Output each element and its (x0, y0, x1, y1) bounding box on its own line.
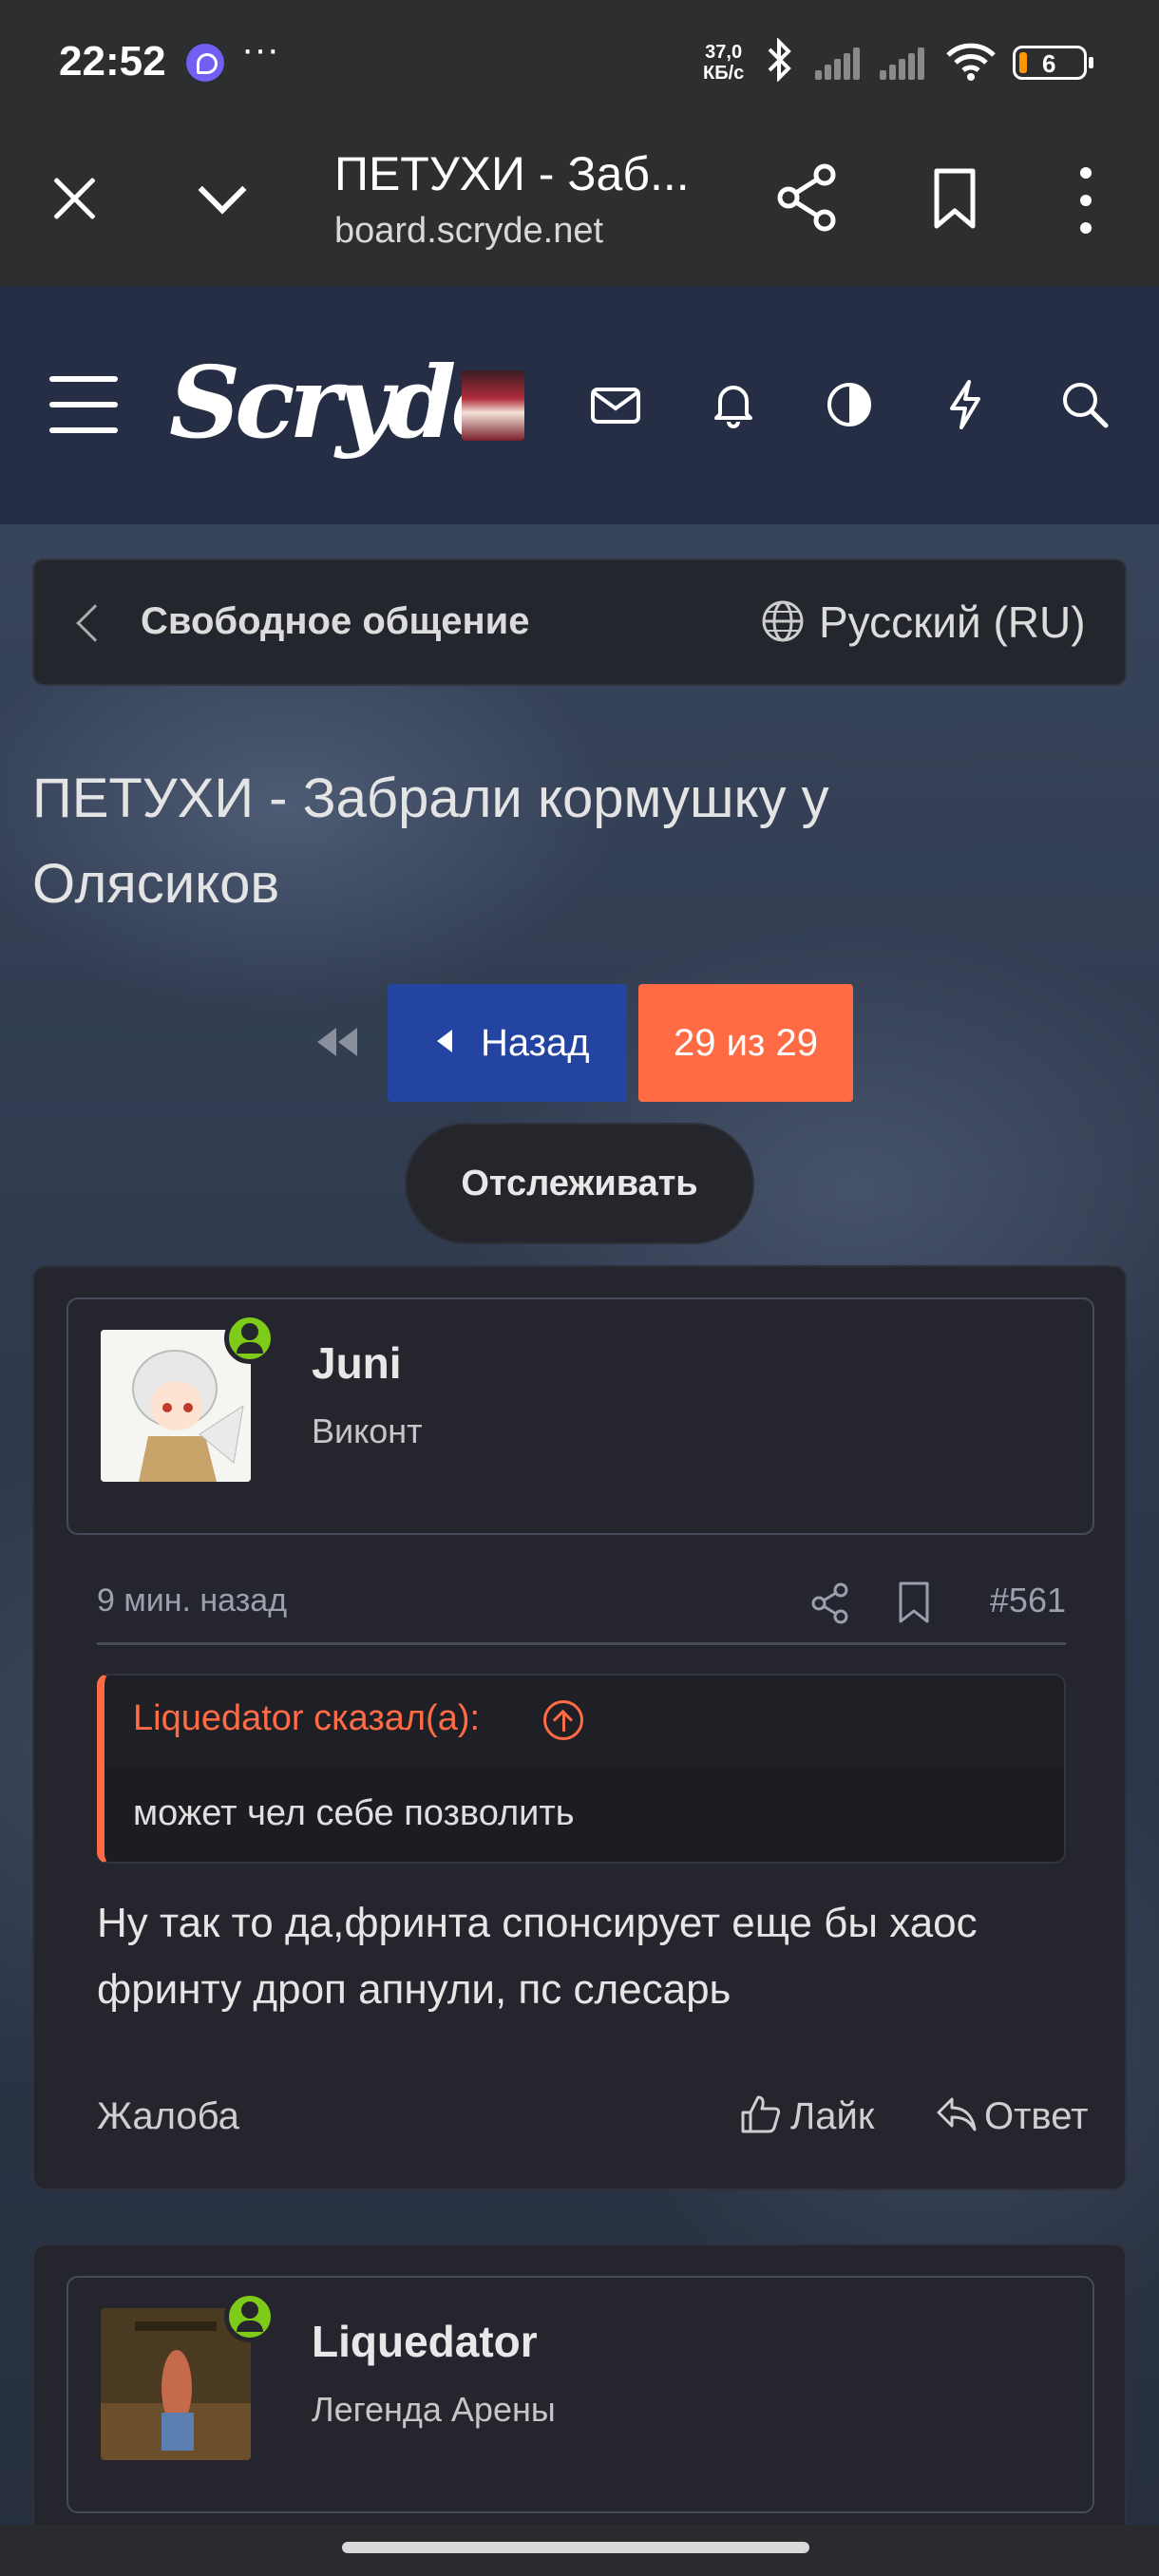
like-icon[interactable] (739, 2093, 781, 2135)
post-card: Liquedator Легенда Арены (32, 2244, 1127, 2557)
username[interactable]: Juni (312, 1337, 402, 1389)
bookmark-icon[interactable] (897, 1581, 931, 1624)
quote-author[interactable]: Liquedator сказал(а): (133, 1698, 480, 1739)
network-speed-unit: КБ/с (703, 63, 745, 84)
watch-thread-button[interactable]: Отслеживать (405, 1123, 754, 1244)
like-button[interactable]: Лайк (790, 2095, 874, 2138)
battery-level: 6 (1042, 49, 1056, 78)
search-icon[interactable] (1058, 378, 1112, 431)
viber-icon (186, 44, 224, 82)
username[interactable]: Liquedator (312, 2316, 538, 2367)
user-card: Juni Виконт (66, 1297, 1094, 1535)
prev-page-label: Назад (481, 1022, 590, 1064)
signal-icon (815, 46, 866, 80)
account-avatar[interactable] (462, 370, 524, 441)
browser-toolbar: ПЕТУХИ - Заб... board.scryde.net (0, 123, 1159, 287)
user-title: Легенда Арены (312, 2390, 556, 2429)
more-vert-icon[interactable] (1074, 167, 1098, 234)
thread-title: ПЕТУХИ - Забрали кормушку у Олясиков (32, 767, 829, 915)
share-icon[interactable] (777, 163, 838, 232)
bluetooth-icon (766, 37, 794, 92)
more-notifications-icon: ··· (241, 28, 279, 70)
site-logo[interactable]: Scryde (169, 346, 514, 460)
post-number[interactable]: #561 (990, 1581, 1066, 1620)
globe-icon (760, 598, 806, 644)
breadcrumb-forum-link[interactable]: Свободное общение (141, 600, 529, 643)
share-icon[interactable] (811, 1582, 849, 1624)
first-page-icon[interactable] (314, 1026, 361, 1058)
post-card: Juni Виконт 9 мин. назад #561 Liquedator… (32, 1265, 1127, 2190)
hamburger-icon[interactable] (49, 376, 118, 433)
online-status-icon (224, 2291, 276, 2342)
post-time[interactable]: 9 мин. назад (97, 1582, 287, 1619)
prev-page-button[interactable]: Назад (388, 984, 627, 1102)
post-meta: 9 мин. назад #561 (97, 1569, 1066, 1645)
quote-text: может чел себе позволить (133, 1793, 575, 1833)
user-card: Liquedator Легенда Арены (66, 2276, 1094, 2513)
reply-icon[interactable] (935, 2095, 977, 2133)
chevron-down-icon[interactable] (192, 171, 251, 230)
theme-contrast-icon[interactable] (823, 378, 876, 431)
post-text: Ну так то да,фринта спонсирует еще бы ха… (97, 1900, 978, 2013)
browser-url[interactable]: board.scryde.net (334, 211, 603, 252)
status-bar: 22:52 ··· 37,0 КБ/с 6 (0, 0, 1159, 123)
online-status-icon (224, 1313, 276, 1364)
page-indicator[interactable]: 29 из 29 (638, 984, 853, 1102)
bell-icon[interactable] (707, 378, 760, 431)
status-time: 22:52 (59, 38, 166, 85)
quote-block: Liquedator сказал(а): может чел себе поз… (97, 1674, 1066, 1864)
breadcrumb[interactable]: Свободное общение Русский (RU) (32, 559, 1127, 686)
chevron-left-icon (76, 604, 114, 642)
quote-up-icon[interactable] (543, 1700, 583, 1740)
site-header: Scryde (0, 287, 1159, 524)
home-indicator[interactable] (342, 2542, 809, 2553)
close-icon[interactable] (48, 171, 101, 224)
quote-body: может чел себе позволить (104, 1767, 1064, 1862)
language-label[interactable]: Русский (RU) (819, 597, 1086, 648)
lightning-icon[interactable] (939, 378, 992, 431)
network-speed-value: 37,0 (705, 42, 743, 63)
mail-icon[interactable] (589, 378, 642, 431)
post-actions: Жалоба Лайк Ответ (97, 2090, 1088, 2147)
reply-button[interactable]: Ответ (984, 2095, 1088, 2138)
battery-icon: 6 (1013, 46, 1093, 80)
caret-left-icon (437, 1030, 452, 1052)
wifi-icon (944, 40, 998, 82)
browser-page-title: ПЕТУХИ - Заб... (334, 147, 690, 200)
network-speed: 37,0 КБ/с (703, 42, 744, 84)
bookmark-icon[interactable] (931, 167, 978, 230)
report-button[interactable]: Жалоба (97, 2095, 239, 2138)
signal-icon (880, 46, 931, 80)
user-title: Виконт (312, 1411, 423, 1450)
